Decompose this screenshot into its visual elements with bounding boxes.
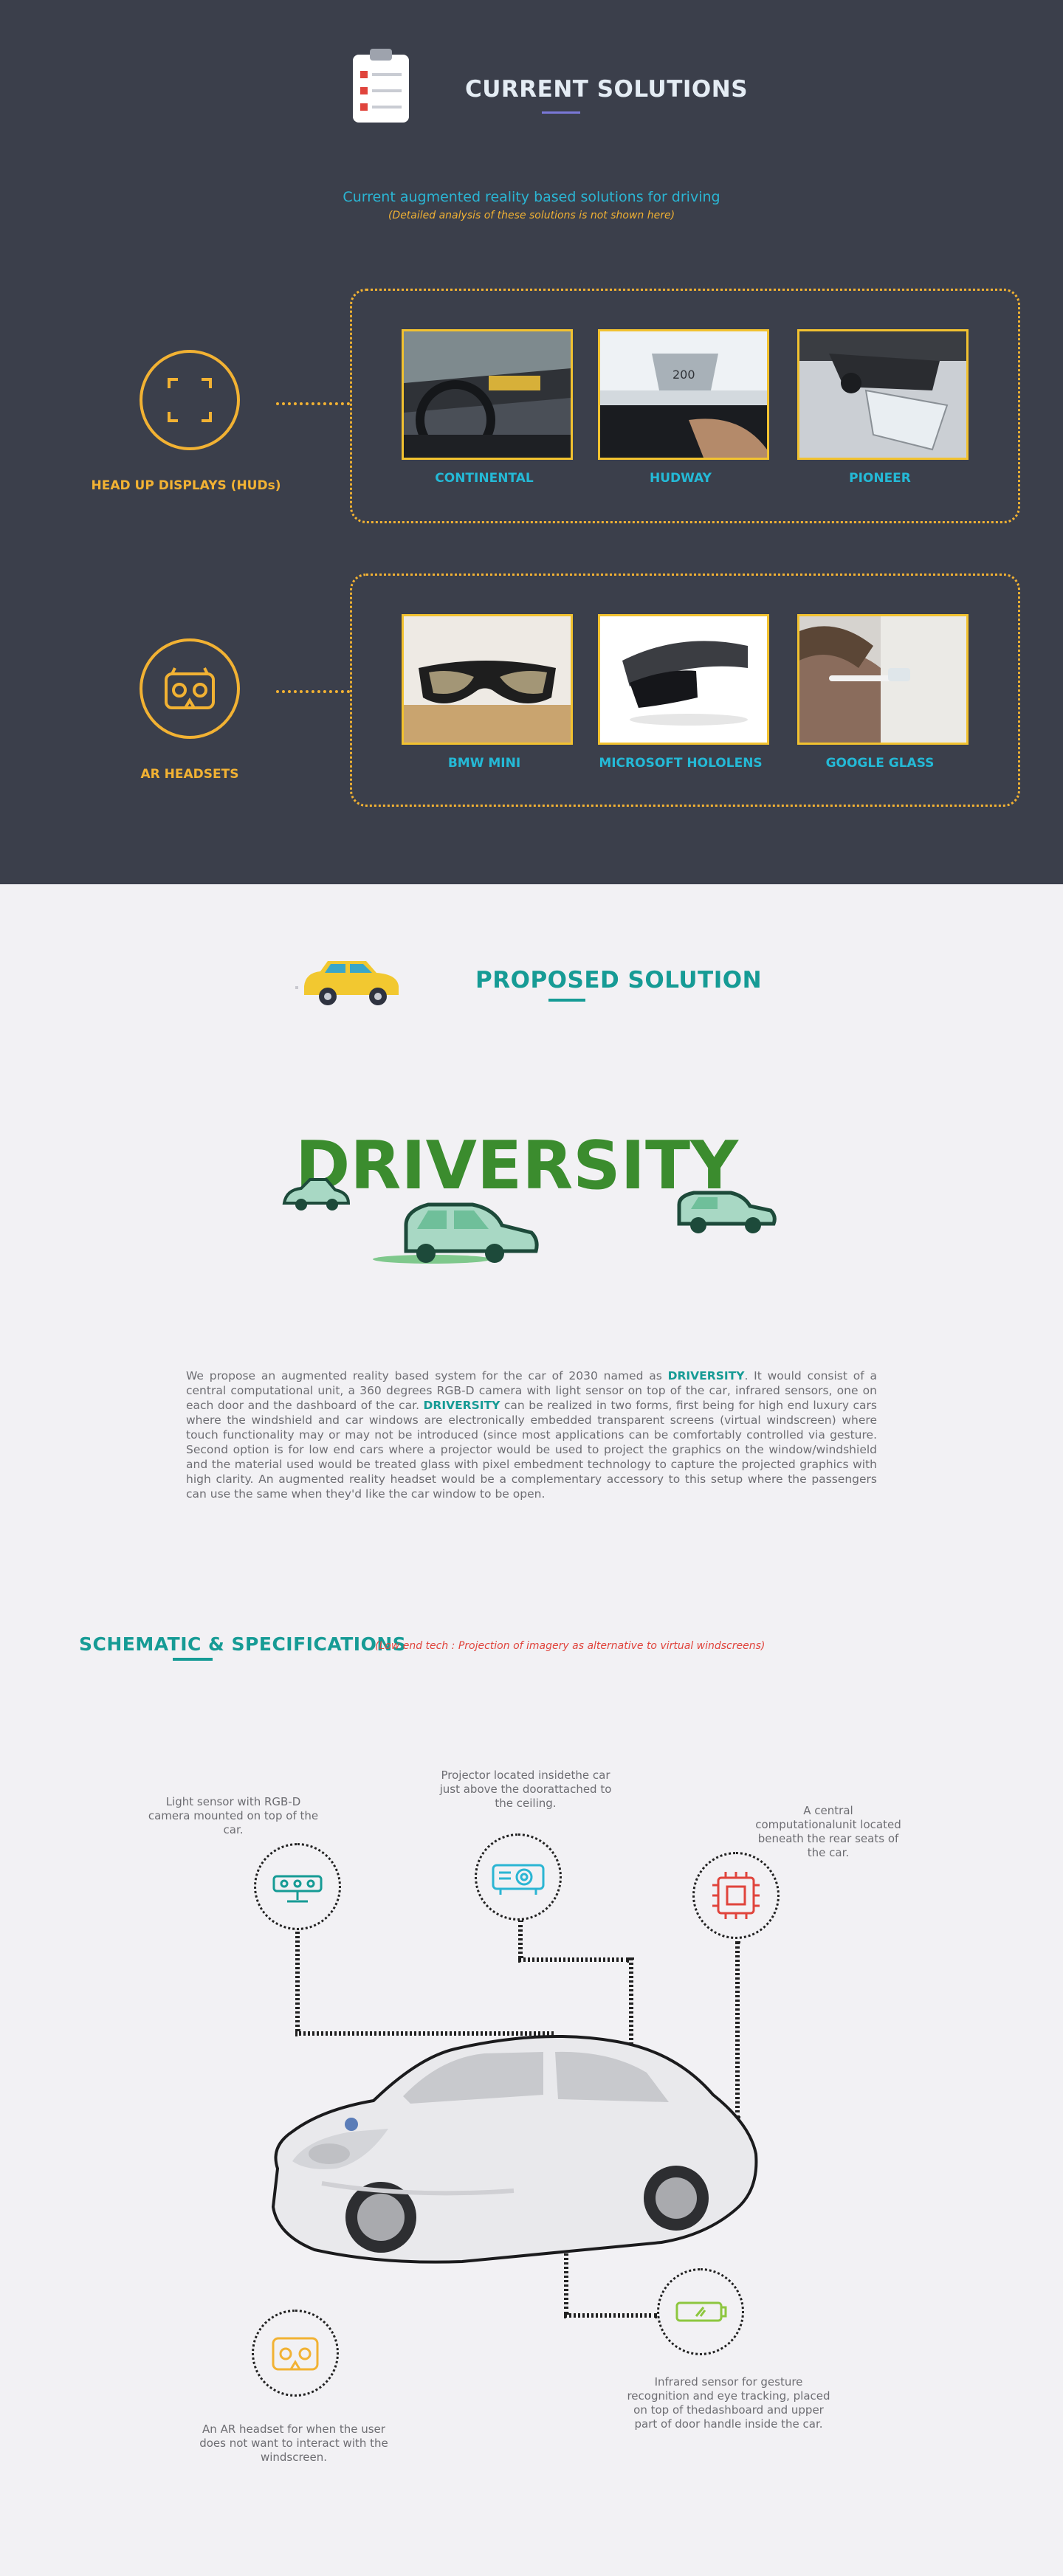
infrared-sensor-icon [675, 2301, 727, 2322]
hololens-image [598, 614, 769, 745]
current-solutions-section: CURRENT SOLUTIONS Current augmented real… [0, 0, 1063, 884]
continental-label: CONTINENTAL [435, 471, 534, 486]
infrared-wire-h [564, 2313, 657, 2318]
pioneer-label: PIONEER [849, 471, 911, 486]
brand-name-2: DRIVERSITY [423, 1399, 500, 1412]
yellow-car-icon [295, 961, 399, 1005]
google-glass-image [797, 614, 969, 745]
hud-ring [140, 350, 240, 450]
logo-text: DRIVERSITY [295, 1127, 740, 1205]
page-title: CURRENT SOLUTIONS [465, 76, 749, 103]
brand-name-1: DRIVERSITY [667, 1369, 745, 1382]
hud-connector [276, 402, 350, 405]
vr-headset-icon [272, 2337, 319, 2371]
paragraph-text-1: We propose an augmented reality based sy… [186, 1369, 668, 1382]
proposed-title: PROPOSED SOLUTION [475, 967, 763, 993]
bmw-mini-image [402, 614, 573, 745]
bmw-mini-label: BMW MINI [447, 756, 521, 771]
schematic-title: SCHEMATIC & SPECIFICATIONS [79, 1633, 407, 1655]
cpu-chip-icon [712, 1872, 760, 1919]
hololens-label: MICROSOFT HOLOLENS [599, 756, 763, 771]
headset-ring [140, 638, 240, 739]
schematic-note: (Low end tech : Projection of imagery as… [375, 1640, 766, 1652]
car-right-icon [677, 1191, 777, 1233]
cpu-node [692, 1852, 780, 1939]
headset-connector [276, 690, 350, 693]
camera-node [254, 1843, 341, 1930]
intro-note: (Detailed analysis of these solutions is… [388, 210, 675, 221]
paragraph-text-3: can be realized in two forms, first bein… [186, 1399, 878, 1501]
proposal-paragraph: We propose an augmented reality based sy… [186, 1368, 877, 1501]
projector-wire-h [518, 1957, 629, 1962]
hudway-label: HUDWAY [650, 471, 712, 486]
infrared-caption: Infrared sensor for gesture recognition … [627, 2375, 830, 2431]
vr-headset-icon [165, 667, 215, 709]
frame-corners-icon [168, 378, 212, 422]
schematic-title-underline [173, 1658, 213, 1661]
car-illustration [271, 2034, 758, 2264]
cpu-caption: A central computationalunit located bene… [755, 1804, 901, 1859]
headset-category-label: AR HEADSETS [140, 767, 239, 782]
rgbd-camera-icon [272, 1875, 323, 1903]
headset-node [252, 2310, 339, 2397]
large-car-center-icon [373, 1202, 539, 1264]
projector-caption: Projector located insidethe car just abo… [439, 1769, 612, 1810]
projector-wire-v1 [518, 1920, 523, 1958]
hud-category-label: HEAD UP DISPLAYS (HUDs) [91, 478, 281, 493]
title-underline [542, 111, 580, 114]
pioneer-image [797, 329, 969, 460]
camera-caption: Light sensor with RGB-D camera mounted o… [148, 1795, 319, 1836]
infrared-node [657, 2268, 744, 2355]
proposed-title-underline [548, 999, 585, 1002]
clipboard-icon [353, 49, 409, 123]
driversity-logo: DRIVERSITY [282, 1127, 777, 1264]
svg-text:200: 200 [672, 368, 695, 382]
projector-icon [492, 1864, 545, 1895]
continental-image [402, 329, 573, 460]
headset-caption: An AR headset for when the user does not… [199, 2422, 388, 2464]
projector-node [475, 1833, 562, 1921]
hudway-image: 200 [598, 329, 769, 460]
google-glass-label: GOOGLE GLASS [825, 756, 935, 771]
intro-text: Current augmented reality based solution… [343, 189, 720, 205]
